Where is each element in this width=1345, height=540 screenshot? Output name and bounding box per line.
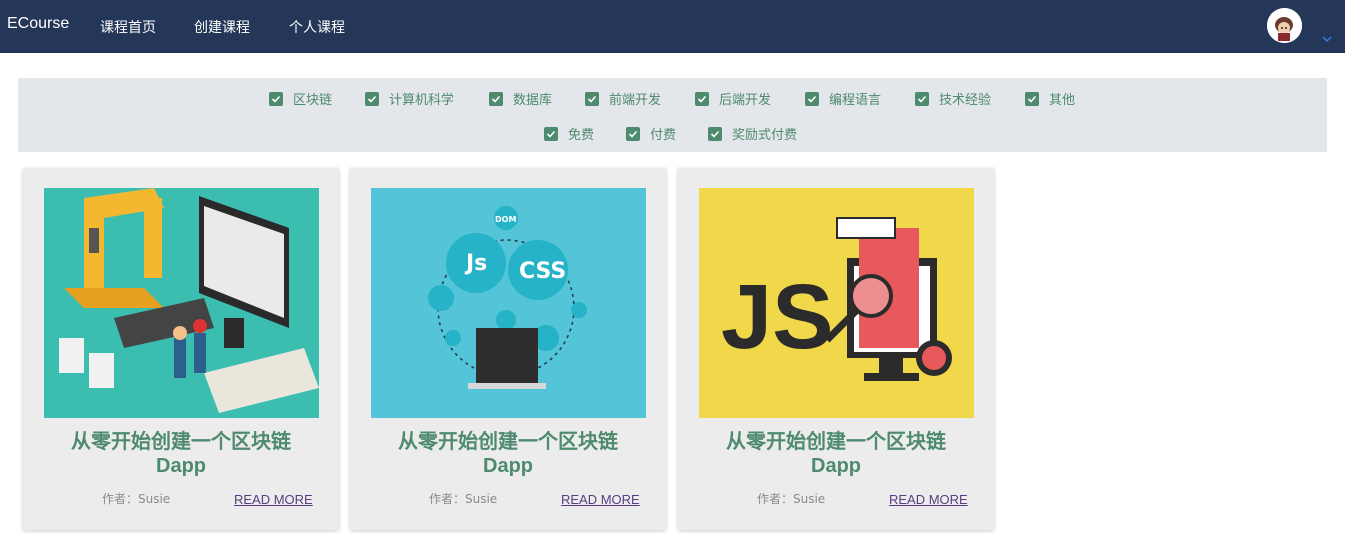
- svg-text:Js: Js: [464, 251, 487, 276]
- filter-category[interactable]: 数据库: [489, 89, 552, 108]
- filter-pricing[interactable]: 付费: [626, 124, 676, 143]
- filter-label: 奖励式付费: [732, 128, 798, 143]
- read-more-link[interactable]: READ MORE: [889, 492, 968, 507]
- checkbox-checked-icon[interactable]: [365, 91, 379, 106]
- course-title-line: 从零开始创建一个区块链: [726, 431, 946, 453]
- filter-panel: 区块链 计算机科学 数据库 前端开发 后端开发 编程语言 技术经验 其他 免费 …: [18, 78, 1327, 152]
- checkbox-checked-icon[interactable]: [708, 126, 722, 141]
- course-title[interactable]: 从零开始创建一个区块链 Dapp: [23, 430, 339, 478]
- checkbox-checked-icon[interactable]: [915, 91, 929, 106]
- filter-category[interactable]: 编程语言: [805, 89, 881, 108]
- course-title-line: Dapp: [156, 455, 206, 477]
- course-author: 作者：Susie: [429, 492, 498, 506]
- checkbox-checked-icon[interactable]: [805, 91, 819, 106]
- chevron-down-icon[interactable]: [1321, 30, 1333, 43]
- filter-label: 其他: [1049, 93, 1076, 108]
- course-title[interactable]: 从零开始创建一个区块链 Dapp: [350, 430, 666, 478]
- filter-label: 计算机科学: [389, 93, 455, 108]
- svg-text:CSS: CSS: [519, 259, 566, 284]
- course-card[interactable]: Js CSS DOM 从零开始创建一个区块链 Dapp 作者：Susie REA…: [350, 168, 666, 530]
- course-author: 作者：Susie: [757, 492, 826, 506]
- checkbox-checked-icon[interactable]: [585, 91, 599, 106]
- filter-label: 数据库: [513, 93, 553, 108]
- filter-label: 技术经验: [939, 93, 992, 108]
- read-more-link[interactable]: READ MORE: [234, 492, 313, 507]
- filter-category[interactable]: 前端开发: [585, 89, 661, 108]
- filter-label: 编程语言: [829, 93, 882, 108]
- filter-pricing[interactable]: 免费: [544, 124, 594, 143]
- course-card[interactable]: JS 从零开始创建一个区块链 Dapp 作者：Susie READ MORE: [678, 168, 994, 530]
- filter-label: 前端开发: [609, 93, 662, 108]
- svg-text:JS: JS: [721, 266, 834, 368]
- filter-category[interactable]: 区块链: [269, 89, 332, 108]
- filter-pricing[interactable]: 奖励式付费: [708, 124, 797, 143]
- filter-label: 后端开发: [719, 93, 772, 108]
- filter-category[interactable]: 技术经验: [915, 89, 991, 108]
- filter-category[interactable]: 其他: [1025, 89, 1075, 108]
- checkbox-checked-icon[interactable]: [626, 126, 640, 141]
- filter-label: 区块链: [293, 93, 333, 108]
- avatar[interactable]: [1267, 8, 1302, 43]
- top-navbar: ECourse 课程首页 创建课程 个人课程: [0, 0, 1345, 53]
- checkbox-checked-icon[interactable]: [1025, 91, 1039, 106]
- course-image[interactable]: Js CSS DOM: [371, 188, 646, 418]
- read-more-link[interactable]: READ MORE: [561, 492, 640, 507]
- nav-create-course[interactable]: 创建课程: [194, 17, 250, 37]
- course-card[interactable]: 从零开始创建一个区块链 Dapp 作者：Susie READ MORE: [23, 168, 339, 530]
- course-author: 作者：Susie: [102, 492, 171, 506]
- course-title[interactable]: 从零开始创建一个区块链 Dapp: [678, 430, 994, 478]
- checkbox-checked-icon[interactable]: [489, 91, 503, 106]
- course-image[interactable]: JS: [699, 188, 974, 418]
- checkbox-checked-icon[interactable]: [269, 91, 283, 106]
- course-title-line: 从零开始创建一个区块链: [398, 431, 618, 453]
- course-title-line: Dapp: [483, 455, 533, 477]
- course-image[interactable]: [44, 188, 319, 418]
- checkbox-checked-icon[interactable]: [544, 126, 558, 141]
- filter-category[interactable]: 后端开发: [695, 89, 771, 108]
- svg-text:DOM: DOM: [495, 215, 516, 224]
- nav-course-home[interactable]: 课程首页: [100, 17, 156, 37]
- filter-category[interactable]: 计算机科学: [365, 89, 454, 108]
- js-css-dom-illustration: Js CSS DOM: [371, 188, 646, 418]
- brand-logo[interactable]: ECourse: [7, 15, 69, 33]
- blockchain-factory-illustration: [44, 188, 319, 418]
- filter-label: 付费: [650, 128, 677, 143]
- nav-my-courses[interactable]: 个人课程: [289, 17, 345, 37]
- course-title-line: 从零开始创建一个区块链: [71, 431, 291, 453]
- filter-label: 免费: [568, 128, 595, 143]
- js-debug-illustration: JS: [699, 188, 974, 418]
- checkbox-checked-icon[interactable]: [695, 91, 709, 106]
- course-title-line: Dapp: [811, 455, 861, 477]
